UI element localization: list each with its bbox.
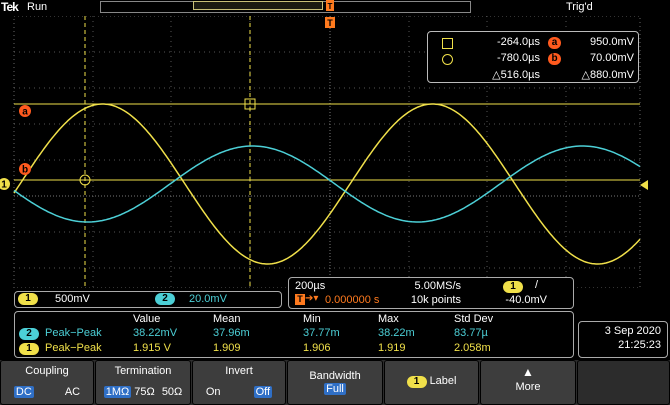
meas-row2-name: Peak−Peak: [45, 342, 102, 354]
sample-rate: 5.00MS/s: [414, 280, 461, 292]
chevron-up-icon: ▲: [522, 365, 534, 379]
meas-header-value: Value: [133, 313, 161, 325]
cursor-t2-value: -780.0µs: [496, 52, 540, 64]
coupling-title: Coupling: [25, 365, 69, 377]
ch2-scale[interactable]: 20.0mV: [189, 293, 227, 305]
cursor-readout[interactable]: -264.0µs -780.0µs △516.0µs a b 950.0mV 7…: [427, 31, 639, 83]
meas-header-mean: Mean: [213, 313, 241, 325]
termination-75ohm-option[interactable]: 75Ω: [134, 386, 154, 398]
horizontal-scale: 200µs: [295, 280, 326, 292]
bandwidth-title: Bandwidth: [309, 370, 361, 382]
coupling-ac-option[interactable]: AC: [65, 386, 80, 398]
ch2-badge: 2: [155, 293, 175, 305]
cursor-b-badge: b: [548, 53, 561, 65]
meas-row1-value: 38.22mV: [133, 327, 178, 339]
date: 3 Sep 2020: [604, 325, 661, 337]
cursor-t1-value: -264.0µs: [496, 36, 540, 48]
trigger-position-marker[interactable]: T: [326, 0, 334, 14]
invert-on-option[interactable]: On: [206, 386, 221, 398]
more-button[interactable]: ▲ More: [480, 360, 576, 405]
ch1-badge: 1: [18, 293, 38, 305]
measurement-table[interactable]: Value Mean Min Max Std Dev 2 Peak−Peak 3…: [14, 311, 574, 358]
empty-menu-slot: [577, 360, 670, 405]
time: 21:25:23: [618, 339, 661, 351]
coupling-dc-option[interactable]: DC: [13, 386, 34, 398]
acquisition-run-status[interactable]: Run: [27, 1, 47, 13]
svg-text:T: T: [327, 18, 333, 28]
meas-row1-max: 38.22m: [378, 327, 415, 339]
cursor-delta-time: △516.0µs: [492, 69, 540, 81]
meas-row2-ch-badge: 1: [19, 343, 39, 355]
trigger-position-icon: T: [295, 294, 305, 305]
cursor-a-badge: a: [548, 37, 561, 49]
cursor-a-marker: a: [19, 105, 31, 118]
meas-row1-name: Peak−Peak: [45, 327, 102, 339]
termination-50ohm-option[interactable]: 50Ω: [162, 386, 182, 398]
meas-row1-stddev: 83.77µ: [454, 327, 488, 339]
horizontal-trigger-readout[interactable]: 200µs 5.00MS/s T ➔▾ 0.000000 s 10k point…: [288, 277, 574, 309]
trigger-position: 0.000000 s: [325, 294, 380, 306]
meas-header-max: Max: [378, 313, 399, 325]
termination-title: Termination: [114, 365, 172, 377]
ch2-waveform: [13, 145, 641, 223]
cursor-2-circle-icon: [442, 54, 453, 65]
record-view-window[interactable]: [193, 1, 323, 10]
bandwidth-button[interactable]: Bandwidth Full: [287, 360, 383, 405]
bandwidth-value: Full: [324, 383, 346, 395]
brand-logo: Tek: [1, 0, 19, 14]
meas-header-min: Min: [303, 313, 321, 325]
top-status-bar: Tek Run T Trig'd: [0, 0, 670, 16]
cursor-1-square-icon: [442, 38, 453, 49]
svg-text:1: 1: [1, 180, 7, 191]
invert-off-option[interactable]: Off: [253, 386, 273, 398]
svg-text:T: T: [328, 2, 333, 11]
trigger-level-marker: [640, 180, 648, 190]
bottom-menu: Coupling DC AC Termination 1MΩ 75Ω 50Ω I…: [0, 360, 670, 405]
meas-row2-value: 1.915 V: [133, 342, 171, 354]
trigger-status: Trig'd: [566, 1, 593, 13]
meas-header-stddev: Std Dev: [454, 313, 494, 325]
meas-row1-ch-badge: 2: [19, 328, 39, 340]
meas-row2-mean: 1.909: [213, 342, 241, 354]
cursor-b-marker: b: [19, 163, 31, 176]
label-button[interactable]: 1 Label: [384, 360, 479, 405]
date-time-display: 3 Sep 2020 21:25:23: [578, 321, 668, 358]
coupling-button[interactable]: Coupling DC AC: [0, 360, 94, 405]
trigger-arrow-icon: ➔▾: [305, 293, 319, 304]
trigger-slope-icon: /: [535, 279, 539, 291]
trigger-level: -40.0mV: [505, 294, 547, 306]
trigger-time-marker: T: [325, 17, 335, 28]
trigger-source-badge: 1: [503, 281, 523, 293]
cursor-b-value: 70.00mV: [589, 52, 634, 64]
cursor-a-value: 950.0mV: [589, 36, 634, 48]
more-label: More: [515, 381, 541, 393]
svg-text:a: a: [22, 107, 28, 118]
invert-button[interactable]: Invert On Off: [192, 360, 286, 405]
meas-row2-min: 1.906: [303, 342, 331, 354]
meas-row1-min: 37.77m: [303, 327, 340, 339]
label-text: Label: [429, 375, 457, 387]
ch1-ground-marker: 1: [0, 178, 10, 191]
meas-row2-stddev: 2.058m: [454, 342, 491, 354]
termination-button[interactable]: Termination 1MΩ 75Ω 50Ω: [95, 360, 191, 405]
meas-row2-max: 1.919: [378, 342, 406, 354]
svg-text:b: b: [22, 165, 28, 176]
cursor-delta-voltage: △880.0mV: [581, 69, 635, 81]
meas-row1-mean: 37.96m: [213, 327, 250, 339]
ch1-waveform: [13, 103, 641, 265]
channel-scale-readout[interactable]: 1 500mV 2 20.0mV: [14, 291, 282, 308]
label-ch-badge: 1: [406, 376, 427, 388]
ch1-scale[interactable]: 500mV: [55, 293, 90, 305]
record-length: 10k points: [410, 294, 461, 306]
invert-title: Invert: [225, 365, 253, 377]
termination-1mohm-option[interactable]: 1MΩ: [103, 386, 132, 398]
